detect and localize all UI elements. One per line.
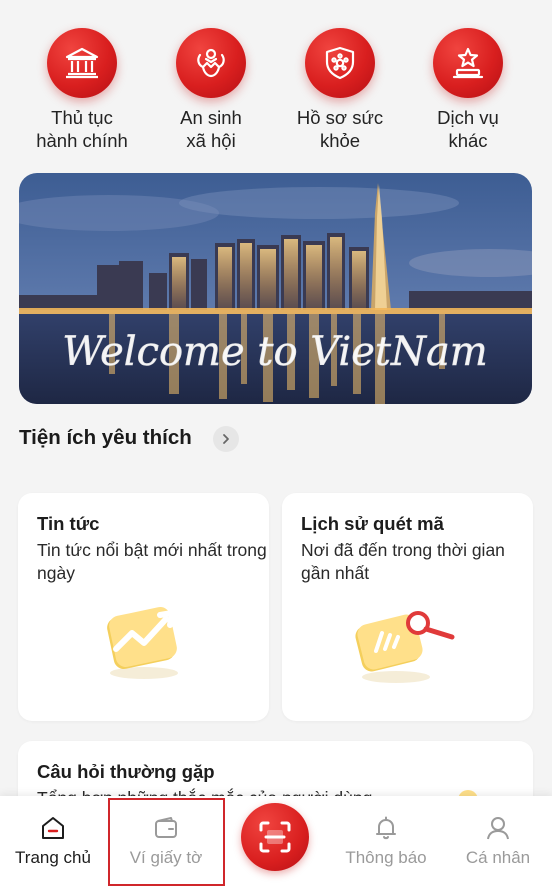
card-description: Tin tức nổi bật mới nhất trong ngày (37, 540, 267, 583)
nav-wallet[interactable]: Ví giấy tờ (108, 796, 224, 888)
service-label: An sinh xã hội (180, 107, 242, 151)
home-icon (39, 814, 67, 847)
scan-history-icon (352, 607, 462, 692)
chevron-right-icon (223, 434, 229, 444)
favorites-title: Tiện ích yêu thích (19, 426, 192, 449)
wallet-icon (152, 814, 180, 847)
service-label: Hồ sơ sức khỏe (296, 107, 384, 151)
card-title: Câu hỏi thường gặp (37, 761, 215, 782)
user-icon (484, 814, 512, 847)
city-skyline-image: Welcome to VietNam (19, 173, 532, 404)
scan-history-card[interactable]: Lịch sử quét mã Nơi đã đến trong thời gi… (282, 493, 533, 721)
bell-icon (372, 814, 400, 847)
card-title: Tin tức (37, 513, 100, 534)
favorites-more-button[interactable] (213, 426, 239, 452)
service-label: Dịch vụ khác (437, 107, 499, 151)
card-description: Nơi đã đến trong thời gian gần nhất (301, 540, 505, 583)
nav-profile[interactable]: Cá nhân (448, 796, 548, 888)
nav-home[interactable]: Trang chủ (0, 796, 106, 888)
scan-icon (259, 821, 291, 853)
nav-notifications-label: Thông báo (345, 848, 427, 867)
scan-qr-button[interactable] (241, 803, 309, 871)
star-podium-icon (433, 28, 503, 98)
nav-notifications[interactable]: Thông báo (330, 796, 442, 888)
nav-profile-label: Cá nhân (465, 848, 531, 867)
service-label: Thủ tục hành chính (36, 107, 128, 151)
home-screen: Thủ tục hành chính An sinh xã hội Hồ sơ … (0, 0, 552, 888)
trending-news-icon (102, 601, 186, 686)
government-building-icon (47, 28, 117, 98)
quick-services: Thủ tục hành chính An sinh xã hội Hồ sơ … (0, 0, 552, 170)
banner-caption: Welcome to VietNam (62, 329, 488, 375)
nav-wallet-label: Ví giấy tờ (129, 848, 203, 867)
service-administrative-procedures[interactable]: Thủ tục hành chính (17, 28, 147, 152)
service-health-records[interactable]: Hồ sơ sức khỏe (275, 28, 405, 152)
news-card[interactable]: Tin tức Tin tức nổi bật mới nhất trong n… (18, 493, 269, 721)
service-social-welfare[interactable]: An sinh xã hội (146, 28, 276, 152)
health-shield-icon (305, 28, 375, 98)
social-welfare-icon (176, 28, 246, 98)
nav-home-label: Trang chủ (15, 848, 91, 867)
welcome-banner[interactable]: Welcome to VietNam (19, 173, 532, 404)
service-other[interactable]: Dịch vụ khác (403, 28, 533, 152)
card-title: Lịch sử quét mã (301, 513, 444, 534)
